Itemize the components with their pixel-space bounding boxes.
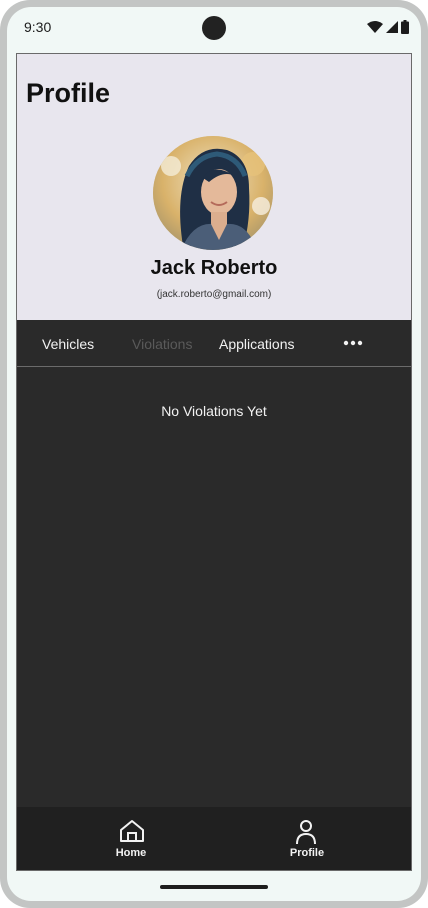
signal-icon [386,21,398,33]
avatar [153,136,273,250]
person-icon [296,820,316,845]
profile-header: Profile Jack Roberto (jack.roberto@gmail… [17,54,411,320]
status-icons [367,20,409,34]
camera-cutout [202,16,226,40]
more-horizontal-icon[interactable] [343,340,363,346]
app-content: Profile Jack Roberto (jack.roberto@gmail… [16,53,412,871]
tab-violations[interactable]: Violations [132,336,192,352]
tab-vehicles[interactable]: Vehicles [42,336,94,352]
device-frame: 9:30 Profile Jack Roberto (jack.roberto@… [0,0,428,908]
wifi-icon [367,21,383,33]
page-title: Profile [26,78,111,108]
nav-home-label: Home [115,847,147,859]
home-icon [120,820,144,842]
empty-state-message: No Violations Yet [161,403,267,419]
bottom-navigation: Home Profile [17,807,411,870]
nav-home[interactable]: Home [91,807,171,870]
tab-bar: Vehicles Violations Applications [17,320,411,367]
status-bar: 9:30 [7,7,421,53]
home-indicator[interactable] [160,885,268,889]
nav-profile-label: Profile [289,847,325,859]
user-name: Jack Roberto [150,257,278,279]
screen: 9:30 Profile Jack Roberto (jack.roberto@… [7,7,421,901]
status-time: 9:30 [24,19,52,35]
user-email: (jack.roberto@gmail.com) [156,289,272,300]
battery-icon [401,20,409,34]
tab-applications[interactable]: Applications [219,336,295,352]
nav-profile[interactable]: Profile [267,807,347,870]
